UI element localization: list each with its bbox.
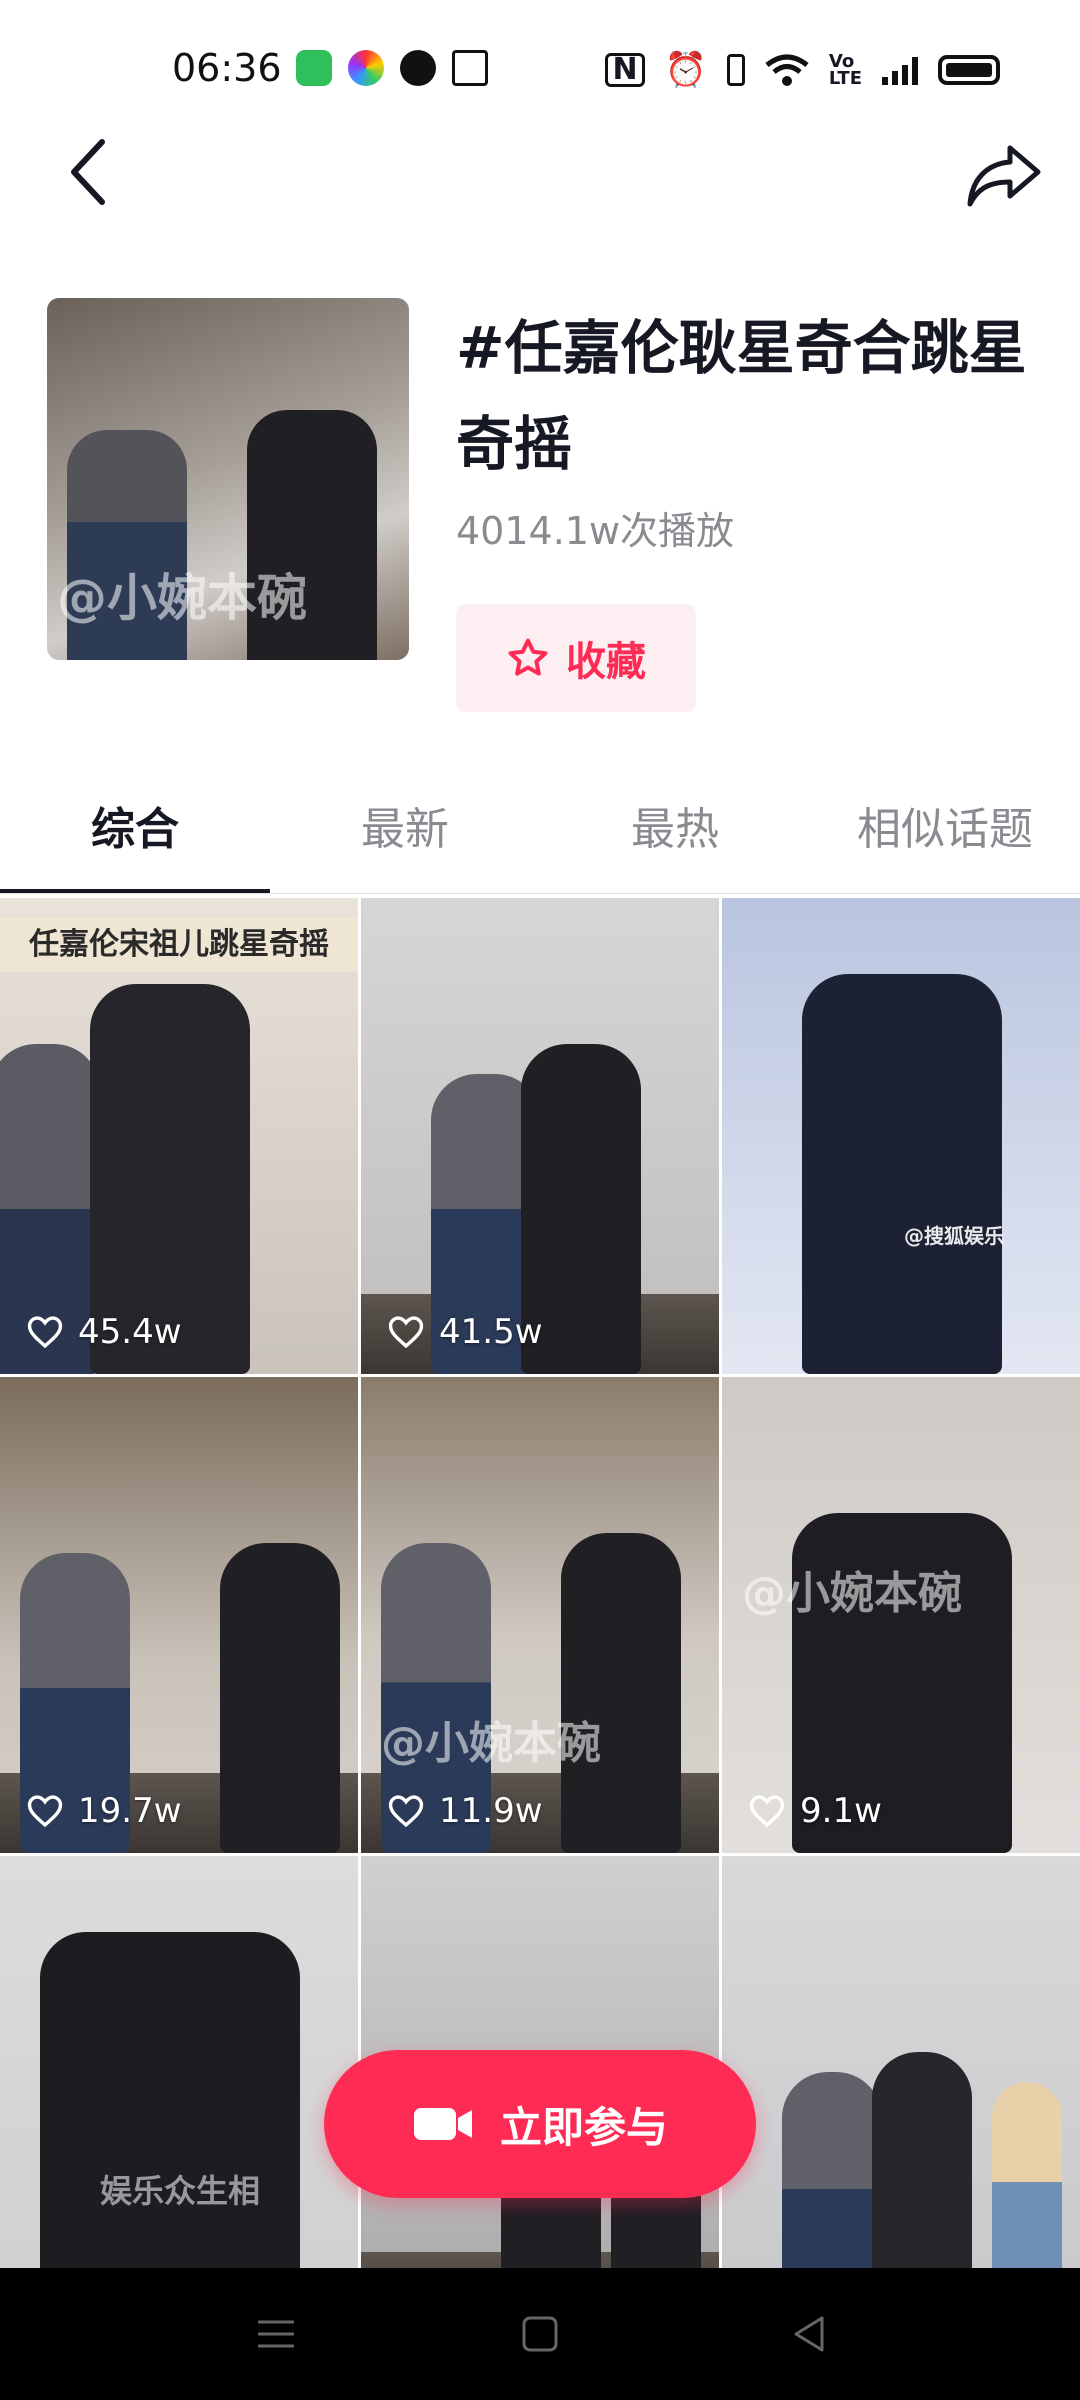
video-card[interactable]: 19.7w [0,1377,358,1853]
news-icon [452,50,488,86]
tab-similar-topics[interactable]: 相似话题 [810,782,1080,894]
like-count-value: 11.9w [439,1791,543,1831]
like-count-value: 45.4w [78,1312,182,1352]
cover-watermark: @小婉本碗 [57,569,307,627]
like-count: 45.4w [26,1312,182,1352]
video-camera-icon [413,2108,472,2140]
tab-comprehensive[interactable]: 综合 [0,782,270,894]
join-now-label: 立即参与 [499,2102,668,2152]
favorite-label: 收藏 [566,639,646,685]
like-count: 11.9w [387,1791,543,1831]
tab-hottest[interactable]: 最热 [540,782,810,894]
tabs-divider [0,893,1080,894]
back-triangle-icon[interactable] [784,2308,836,2360]
thumbnail-person [220,1543,340,1853]
video-watermark: @搜狐娱乐 [904,1224,1004,1248]
video-watermark: @小婉本碗 [381,1718,601,1769]
topic-title: #任嘉伦耿星奇合跳星奇摇 [456,314,1027,478]
heart-icon [27,1795,63,1828]
heart-icon [749,1795,785,1828]
system-nav-bar [0,2268,1080,2400]
like-count: 19.7w [26,1791,182,1831]
menu-icon[interactable] [250,2308,302,2360]
video-card[interactable]: @小婉本碗 11.9w [361,1377,719,1853]
star-icon [508,638,548,676]
thumbnail-person [802,974,1002,1374]
video-card[interactable]: @搜狐娱乐 [722,898,1080,1374]
back-button[interactable] [60,132,120,212]
vibrate-icon [726,54,745,86]
share-button[interactable] [964,140,1044,210]
join-now-button[interactable]: 立即参与 [324,2050,756,2198]
heart-icon [388,1316,424,1349]
battery-icon [938,55,1000,85]
tab-bar: 综合 最新 最热 相似话题 [0,782,1080,894]
volte-icon: Vo LTE [828,51,862,89]
home-icon[interactable] [514,2308,566,2360]
nfc-icon: N [605,53,645,87]
video-card[interactable] [722,1856,1080,2332]
status-bar: 06:36 N ⏰ Vo LTE [0,0,1080,130]
shazam-icon [400,50,436,86]
tab-latest[interactable]: 最新 [270,782,540,894]
video-card[interactable]: 娱乐众生相 [0,1856,358,2332]
notification-icons [296,50,488,86]
video-card[interactable]: @小婉本碗 9.1w [722,1377,1080,1853]
play-count: 4014.1w次播放 [456,509,735,553]
status-time: 06:36 [172,46,282,90]
video-caption: 任嘉伦宋祖儿跳星奇摇 [0,918,358,972]
like-count-value: 19.7w [78,1791,182,1831]
app-icon-colorful [348,50,384,86]
video-card[interactable]: 任嘉伦宋祖儿跳星奇摇 45.4w [0,898,358,1374]
like-count-value: 41.5w [439,1312,543,1352]
like-count: 9.1w [748,1791,882,1831]
thumbnail-person [561,1533,681,1853]
topic-cover-image: @小婉本碗 [47,298,409,660]
like-count: 41.5w [387,1312,543,1352]
wifi-icon [765,54,809,86]
video-card[interactable]: 41.5w [361,898,719,1374]
video-watermark: @小婉本碗 [742,1568,962,1619]
app-icon-green [296,50,332,86]
heart-icon [27,1316,63,1349]
heart-icon [388,1795,424,1828]
favorite-button[interactable]: 收藏 [456,604,696,712]
signal-icon [882,55,918,85]
system-status-icons: N ⏰ Vo LTE [605,50,1000,90]
video-watermark: 娱乐众生相 [100,2172,261,2210]
alarm-icon: ⏰ [664,50,707,90]
like-count-value: 9.1w [800,1791,882,1831]
